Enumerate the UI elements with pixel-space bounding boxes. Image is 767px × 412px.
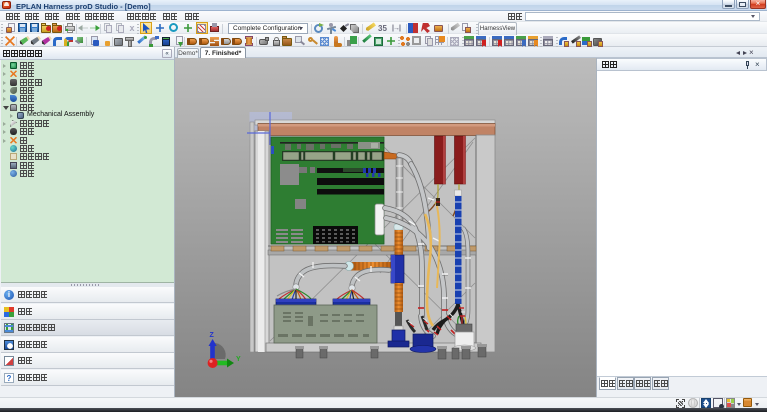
svg-text:Y: Y [236, 356, 241, 363]
svg-text:Z: Z [210, 332, 215, 339]
